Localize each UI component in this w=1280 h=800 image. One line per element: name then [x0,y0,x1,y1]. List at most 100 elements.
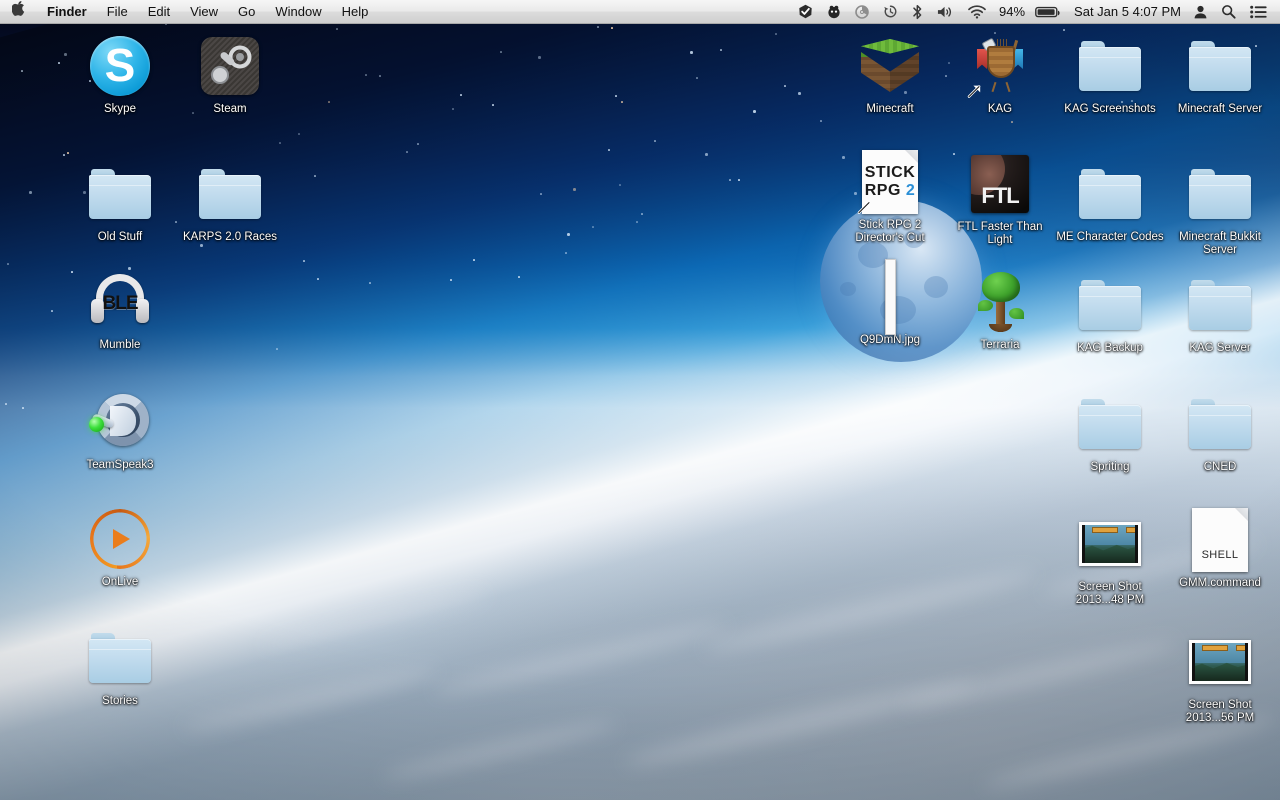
desktop-icon-me-character-codes[interactable]: ME Character Codes [1055,162,1165,244]
shell-command-document-icon: SHELL [1192,508,1248,572]
me-character-codes-icon[interactable] [1078,162,1142,226]
desktop-icon-screen-shot-2[interactable]: Screen Shot 2013...56 PM [1165,630,1275,725]
folder-glyph [199,169,261,219]
folder-glyph [1079,280,1141,330]
menu-item-go[interactable]: Go [228,0,265,24]
user-silhouette-icon[interactable] [1187,0,1214,24]
minecraft-server-icon[interactable] [1188,34,1252,98]
q9dmn-jpg-icon[interactable] [858,259,922,335]
desktop-icon-q9dmn-jpg[interactable]: Q9DmN.jpg [835,259,945,347]
search-icon[interactable] [1214,0,1243,24]
desktop-icon-steam[interactable]: Steam [175,34,285,116]
old-stuff-icon[interactable] [88,162,152,226]
desktop-icon-label: Terraria [980,339,1020,351]
desktop-icon-label: Screen Shot 2013...56 PM [1185,699,1255,724]
stick-rpg-2-icon[interactable]: STICK RPG 2 [857,150,922,214]
skype-icon[interactable]: S [88,34,152,98]
kag-screenshots-icon[interactable] [1078,34,1142,98]
desktop-icon-kag[interactable]: KAG [945,34,1055,116]
desktop-icon-ftl-faster-than-light[interactable]: FTL FTL Faster Than Light [945,152,1055,247]
wifi-icon[interactable] [961,0,993,24]
folder-glyph [89,169,151,219]
notification-center-icon[interactable] [1243,0,1274,24]
desktop-icon-gmm-command[interactable]: SHELL GMM.command [1165,508,1275,590]
desktop-icon-label: Screen Shot 2013...48 PM [1075,581,1145,606]
menu-item-view[interactable]: View [180,0,228,24]
desktop-icon-kag-screenshots[interactable]: KAG Screenshots [1055,34,1165,116]
terraria-tree-icon [972,272,1028,332]
kag-icon[interactable] [967,34,1032,98]
desktop-icon-label: Minecraft [866,103,914,115]
desktop-icon-teamspeak3[interactable]: TeamSpeak3 [65,390,175,472]
screen-shot-2-icon[interactable] [1188,630,1252,694]
skype-glyph: S [90,36,150,96]
desktop-icon-spriting[interactable]: Spriting [1055,392,1165,474]
desktop-icon-onlive[interactable]: OnLive [65,502,175,589]
folder-glyph [1079,169,1141,219]
desktop-icon-label: OnLive [101,576,139,588]
teamspeak-glyph [89,393,151,451]
screenshot-thumbnail [1189,640,1251,684]
menu-bar[interactable]: Finder File Edit View Go Window Help 94%… [0,0,1280,24]
desktop-icon-old-stuff[interactable]: Old Stuff [65,162,175,244]
volume-icon[interactable] [930,0,961,24]
clock-label[interactable]: Sat Jan 5 4:07 PM [1068,0,1187,24]
app-dark-circle-icon[interactable] [820,0,848,24]
desktop[interactable]: S Skype Steam Old Stuff KARPS 2.0 Races BLE Mu… [0,0,1280,800]
menu-item-window[interactable]: Window [265,0,331,24]
time-machine-icon[interactable] [876,0,905,24]
kag-server-icon[interactable] [1188,273,1252,337]
terraria-icon[interactable] [968,270,1032,334]
desktop-icon-label: Q9DmN.jpg [859,334,921,346]
image-thumbnail [884,259,896,335]
desktop-icon-screen-shot-1[interactable]: Screen Shot 2013...48 PM [1055,512,1165,607]
desktop-icon-minecraft-bukkit-server[interactable]: Minecraft Bukkit Server [1165,162,1275,257]
teamspeak3-icon[interactable] [88,390,152,454]
desktop-icon-skype[interactable]: S Skype [65,34,175,116]
dropbox-checkmark-icon[interactable] [791,0,820,24]
desktop-icon-kag-server[interactable]: KAG Server [1165,273,1275,355]
desktop-icon-karps-2-0-races[interactable]: KARPS 2.0 Races [175,162,285,244]
mumble-glyph: BLE [90,273,150,331]
folder-glyph [1079,41,1141,91]
apple-logo-icon[interactable] [0,0,37,24]
minecraft-icon[interactable] [858,34,922,98]
desktop-icon-minecraft-server[interactable]: Minecraft Server [1165,34,1275,116]
desktop-icon-label: FTL Faster Than Light [957,221,1043,246]
desktop-icon-cned[interactable]: CNED [1165,392,1275,474]
mumble-icon[interactable]: BLE [88,270,152,334]
stories-icon[interactable] [88,626,152,690]
kag-backup-icon[interactable] [1078,273,1142,337]
cned-icon[interactable] [1188,392,1252,456]
minecraft-bukkit-server-icon[interactable] [1188,162,1252,226]
desktop-icon-stick-rpg-2[interactable]: STICK RPG 2 Stick RPG 2 Director's Cut [835,150,945,245]
desktop-icon-terraria[interactable]: Terraria [945,270,1055,352]
steam-icon[interactable] [198,34,262,98]
desktop-icon-label: Minecraft Bukkit Server [1179,231,1261,256]
screen-shot-1-icon[interactable] [1078,512,1142,576]
menu-item-file[interactable]: File [97,0,138,24]
battery-icon[interactable] [1028,0,1068,24]
bluetooth-icon[interactable] [905,0,930,24]
desktop-icon-kag-backup[interactable]: KAG Backup [1055,273,1165,355]
folder-glyph [1189,399,1251,449]
onlive-icon[interactable] [83,502,157,576]
desktop-icon-label: Old Stuff [97,231,143,243]
screenshot-thumbnail [1079,522,1141,566]
desktop-icon-minecraft[interactable]: Minecraft [835,34,945,116]
battery-percent-label[interactable]: 94% [993,0,1028,24]
desktop-icon-label: KAG Backup [1077,342,1143,354]
karps-2-0-races-icon[interactable] [198,162,262,226]
kag-shield-icon [971,37,1029,94]
desktop-icon-mumble[interactable]: BLE Mumble [65,270,175,352]
gray-disc-icon[interactable] [848,0,876,24]
ftl-faster-than-light-icon[interactable]: FTL [968,152,1032,216]
desktop-icon-stories[interactable]: Stories [65,626,175,708]
menu-item-finder[interactable]: Finder [37,0,97,24]
menu-item-help[interactable]: Help [332,0,379,24]
menu-bar-right: 94% Sat Jan 5 4:07 PM [791,0,1274,24]
gmm-command-icon[interactable]: SHELL [1188,508,1252,572]
spriting-icon[interactable] [1078,392,1142,456]
menu-item-edit[interactable]: Edit [138,0,180,24]
folder-glyph [1079,399,1141,449]
